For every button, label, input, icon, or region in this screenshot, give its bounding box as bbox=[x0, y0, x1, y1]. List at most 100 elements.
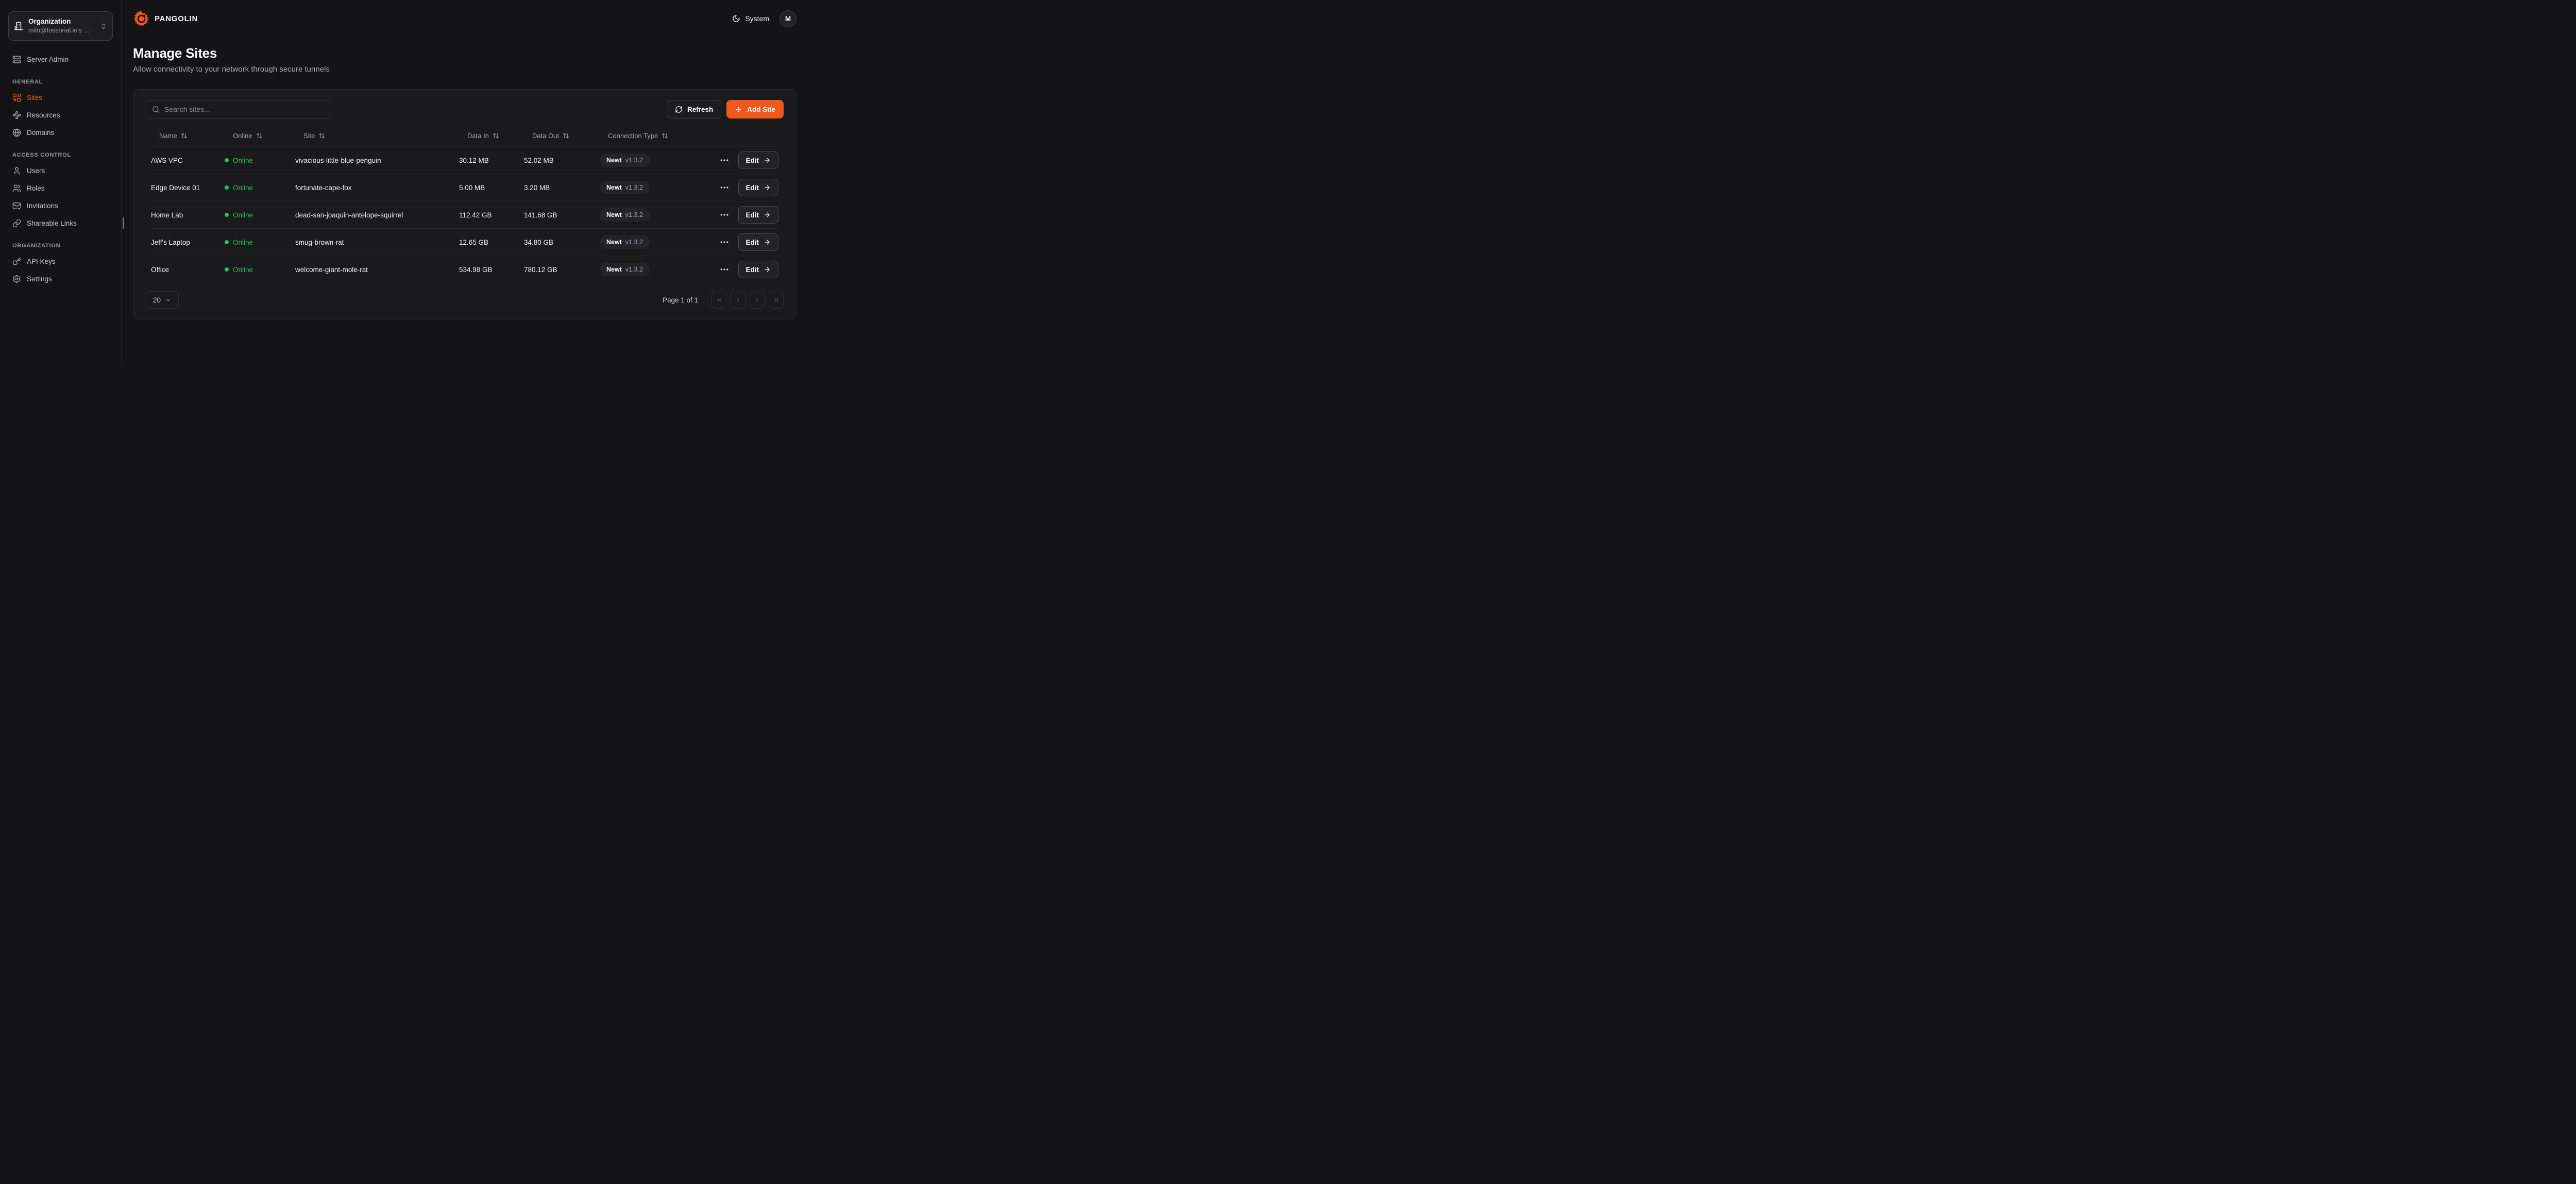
online-status-dot bbox=[225, 213, 229, 217]
sidebar-nav: Server Admin GENERALSitesResourcesDomain… bbox=[8, 51, 113, 287]
row-menu-button[interactable] bbox=[719, 182, 730, 193]
first-page-button[interactable] bbox=[711, 292, 726, 309]
edit-button-label: Edit bbox=[746, 239, 759, 246]
previous-page-button[interactable] bbox=[731, 292, 745, 309]
table-header-row: Name Online SiteData In Data Out Connection … bbox=[151, 125, 778, 146]
row-menu-button[interactable] bbox=[719, 264, 730, 275]
column-header-label: Data Out bbox=[532, 132, 559, 140]
connection-type-badge: Newtv1.3.2 bbox=[600, 235, 650, 249]
edit-site-button[interactable]: Edit bbox=[738, 206, 779, 224]
sidebar-item-label: API Keys bbox=[27, 258, 56, 265]
sidebar-section-title: ORGANIZATION bbox=[12, 243, 113, 249]
column-header-label: Connection Type bbox=[608, 132, 658, 140]
arrow-right-icon bbox=[764, 184, 771, 191]
edit-button-label: Edit bbox=[746, 184, 759, 192]
table-row: Jeff's LaptopOnlinesmug-brown-rat12.65 G… bbox=[151, 228, 778, 256]
chevron-down-icon bbox=[165, 297, 172, 303]
arrow-right-icon bbox=[764, 211, 771, 218]
data-out-cell: 34.80 GB bbox=[524, 239, 600, 246]
connection-type-name: Newt bbox=[606, 239, 622, 246]
add-site-button[interactable]: Add Site bbox=[726, 100, 784, 119]
column-header-label: Name bbox=[159, 132, 177, 140]
column-header-data-in[interactable]: Data In bbox=[459, 132, 524, 140]
edit-site-button[interactable]: Edit bbox=[738, 261, 779, 278]
edit-site-button[interactable]: Edit bbox=[738, 233, 779, 251]
data-in-cell: 534.98 GB bbox=[459, 266, 524, 274]
sites-toolbar: Refresh Add Site bbox=[146, 100, 784, 119]
row-menu-button[interactable] bbox=[719, 210, 730, 220]
chevron-left-icon bbox=[735, 296, 742, 303]
data-out-cell: 780.12 GB bbox=[524, 266, 600, 274]
site-id-cell: fortunate-cape-fox bbox=[295, 184, 459, 192]
online-status-dot bbox=[225, 185, 229, 190]
sidebar-item-users[interactable]: Users bbox=[8, 162, 113, 179]
connection-type-badge: Newtv1.3.2 bbox=[600, 181, 650, 194]
page-size-select[interactable]: 20 bbox=[146, 291, 179, 309]
column-header-connection-type[interactable]: Connection Type bbox=[600, 132, 717, 140]
page-subtitle: Allow connectivity to your network throu… bbox=[133, 65, 796, 74]
row-menu-button[interactable] bbox=[719, 237, 730, 247]
sidebar-item-roles[interactable]: Roles bbox=[8, 180, 113, 197]
online-status-label: Online bbox=[233, 239, 253, 246]
sidebar-item-settings[interactable]: Settings bbox=[8, 270, 113, 287]
row-actions-cell: Edit bbox=[717, 151, 778, 169]
column-header-data-out[interactable]: Data Out bbox=[524, 132, 600, 140]
site-id-cell: smug-brown-rat bbox=[295, 239, 459, 246]
sites-card: Refresh Add Site Name Online SiteData In Da… bbox=[133, 89, 796, 319]
org-selector[interactable]: Organization milo@fossorial.io's ... bbox=[8, 11, 113, 41]
site-name-cell: AWS VPC bbox=[151, 157, 225, 164]
edit-site-button[interactable]: Edit bbox=[738, 151, 779, 169]
online-status-cell: Online bbox=[225, 211, 295, 219]
site-id-cell: vivacious-little-blue-penguin bbox=[295, 157, 459, 164]
combine-icon bbox=[12, 93, 21, 102]
sidebar-sections: GENERALSitesResourcesDomainsACCESS CONTR… bbox=[8, 79, 113, 287]
chevrons-right-icon bbox=[773, 296, 780, 303]
brand-name: PANGOLIN bbox=[155, 14, 198, 23]
brand-home-link[interactable]: PANGOLIN bbox=[133, 10, 198, 27]
search-input[interactable] bbox=[164, 105, 326, 113]
avatar[interactable]: M bbox=[779, 10, 796, 27]
online-status-cell: Online bbox=[225, 239, 295, 246]
column-header-online[interactable]: Online bbox=[225, 132, 295, 140]
pangolin-logo-icon bbox=[133, 10, 150, 27]
edit-site-button[interactable]: Edit bbox=[738, 179, 779, 196]
arrow-right-icon bbox=[764, 239, 771, 246]
online-status-label: Online bbox=[233, 266, 253, 274]
org-selector-label: Organization bbox=[28, 17, 95, 26]
sidebar-item-sites[interactable]: Sites bbox=[8, 89, 113, 106]
site-name-cell: Home Lab bbox=[151, 211, 225, 219]
online-status-label: Online bbox=[233, 184, 253, 192]
column-header-label: Online bbox=[233, 132, 252, 140]
table-body: AWS VPCOnlinevivacious-little-blue-pengu… bbox=[151, 146, 778, 283]
online-status-cell: Online bbox=[225, 157, 295, 164]
column-header-name[interactable]: Name bbox=[151, 132, 225, 140]
last-page-button[interactable] bbox=[769, 292, 784, 309]
sort-icon bbox=[181, 132, 188, 139]
column-header-site[interactable]: Site bbox=[295, 132, 459, 140]
online-status-dot bbox=[225, 267, 229, 272]
sort-icon bbox=[662, 132, 668, 139]
sidebar-resize-handle[interactable] bbox=[123, 217, 124, 229]
page-size-value: 20 bbox=[153, 296, 161, 304]
sidebar-item-server-admin[interactable]: Server Admin bbox=[8, 51, 113, 68]
theme-toggle-button[interactable]: System bbox=[732, 14, 769, 23]
sidebar-item-shareable-links[interactable]: Shareable Links bbox=[8, 215, 113, 232]
data-out-cell: 141.68 GB bbox=[524, 211, 600, 219]
link-icon bbox=[12, 219, 21, 228]
search-icon bbox=[152, 106, 160, 113]
topbar: PANGOLIN System M bbox=[133, 0, 796, 37]
sidebar-item-invitations[interactable]: Invitations bbox=[8, 197, 113, 214]
topbar-right: System M bbox=[732, 10, 796, 27]
connection-version: v1.3.2 bbox=[625, 266, 643, 273]
sidebar-item-resources[interactable]: Resources bbox=[8, 107, 113, 124]
row-menu-button[interactable] bbox=[719, 155, 730, 165]
next-page-button[interactable] bbox=[750, 292, 765, 309]
sidebar-item-domains[interactable]: Domains bbox=[8, 124, 113, 141]
connection-version: v1.3.2 bbox=[625, 211, 643, 218]
connection-type-name: Newt bbox=[606, 266, 622, 273]
sidebar-item-api-keys[interactable]: API Keys bbox=[8, 253, 113, 270]
site-name-cell: Jeff's Laptop bbox=[151, 239, 225, 246]
connection-type-cell: Newtv1.3.2 bbox=[600, 263, 717, 276]
connection-type-cell: Newtv1.3.2 bbox=[600, 181, 717, 194]
refresh-button[interactable]: Refresh bbox=[667, 100, 721, 119]
